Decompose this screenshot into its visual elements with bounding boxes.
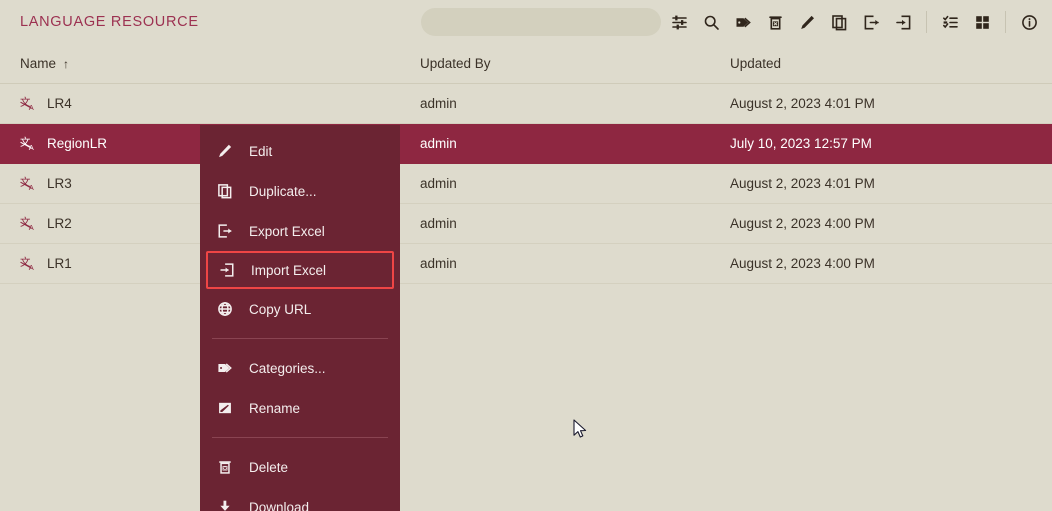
menu-item-rename-label: Rename xyxy=(249,400,301,416)
table-row[interactable]: 文 A LR1 admin August 2, 2023 4:00 PM xyxy=(0,244,1052,284)
language-resource-icon: 文 A xyxy=(20,135,37,153)
duplicate-icon[interactable] xyxy=(824,7,854,37)
tag-icon[interactable] xyxy=(728,7,758,37)
menu-item-download[interactable]: Download xyxy=(200,487,400,511)
menu-item-duplicate[interactable]: Duplicate... xyxy=(200,171,400,211)
grid-view-icon[interactable] xyxy=(967,7,997,37)
table-row[interactable]: 文 A LR3 admin August 2, 2023 4:01 PM xyxy=(0,164,1052,204)
toolbar-divider xyxy=(926,11,927,33)
column-header-name[interactable]: Name ↑ xyxy=(0,56,420,71)
tag-icon xyxy=(214,357,236,379)
header-toolbar xyxy=(421,0,1052,44)
sort-ascending-icon: ↑ xyxy=(63,56,70,71)
language-resource-icon: 文 A xyxy=(20,95,37,113)
row-name-cell: 文 A LR4 xyxy=(0,95,420,113)
menu-item-export-excel-label: Export Excel xyxy=(249,223,325,239)
context-menu: Edit Duplicate... Export Excel Import Ex… xyxy=(200,125,400,511)
globe-icon xyxy=(214,298,236,320)
edit-pencil-icon[interactable] xyxy=(792,7,822,37)
column-header-updated-by[interactable]: Updated By xyxy=(420,56,730,71)
menu-item-import-excel-label: Import Excel xyxy=(251,262,327,278)
edit-pencil-icon xyxy=(214,140,236,162)
menu-item-categories[interactable]: Categories... xyxy=(200,348,400,388)
language-resource-icon: 文 A xyxy=(20,255,37,273)
rename-icon xyxy=(214,397,236,419)
page-title: LANGUAGE RESOURCE xyxy=(20,14,199,30)
row-updated: August 2, 2023 4:01 PM xyxy=(730,96,875,111)
menu-item-delete[interactable]: Delete xyxy=(200,447,400,487)
info-icon[interactable] xyxy=(1014,7,1044,37)
row-updated: August 2, 2023 4:00 PM xyxy=(730,256,875,271)
row-updated: July 10, 2023 12:57 PM xyxy=(730,136,872,151)
import-icon[interactable] xyxy=(888,7,918,37)
column-header-name-label: Name xyxy=(20,56,57,71)
search-box[interactable] xyxy=(421,8,661,36)
mouse-pointer xyxy=(573,419,589,441)
delete-icon[interactable] xyxy=(760,7,790,37)
column-header-updated-by-label: Updated By xyxy=(420,56,491,71)
toolbar-divider-2 xyxy=(1005,11,1006,33)
row-updated: August 2, 2023 4:00 PM xyxy=(730,216,875,231)
menu-item-export-excel[interactable]: Export Excel xyxy=(200,211,400,251)
menu-divider-2 xyxy=(212,437,388,438)
row-name-label: LR3 xyxy=(47,176,72,191)
menu-item-import-excel[interactable]: Import Excel xyxy=(206,251,394,289)
language-resource-icon: 文 A xyxy=(20,175,37,193)
column-header-updated-label: Updated xyxy=(730,56,782,71)
duplicate-icon xyxy=(214,180,236,202)
resource-table: Name ↑ Updated By Updated 文 A LR4 xyxy=(0,44,1052,284)
column-header-updated[interactable]: Updated xyxy=(730,56,1052,71)
search-icon[interactable] xyxy=(696,7,726,37)
menu-divider xyxy=(212,338,388,339)
row-updated-by: admin xyxy=(420,96,457,111)
download-icon xyxy=(214,496,236,511)
menu-item-categories-label: Categories... xyxy=(249,360,326,376)
table-row[interactable]: 文 A LR2 admin August 2, 2023 4:00 PM xyxy=(0,204,1052,244)
menu-item-duplicate-label: Duplicate... xyxy=(249,183,317,199)
row-updated-by: admin xyxy=(420,176,457,191)
menu-item-delete-label: Delete xyxy=(249,459,289,475)
language-resource-icon: 文 A xyxy=(20,215,37,233)
table-row[interactable]: 文 A LR4 admin August 2, 2023 4:01 PM xyxy=(0,84,1052,124)
filter-settings-icon[interactable] xyxy=(664,7,694,37)
table-header-row: Name ↑ Updated By Updated xyxy=(0,44,1052,84)
application-window: LANGUAGE RESOURCE Name ↑ Updated By Upda… xyxy=(0,0,1052,511)
row-updated-by: admin xyxy=(420,136,457,151)
row-updated: August 2, 2023 4:01 PM xyxy=(730,176,875,191)
menu-item-download-label: Download xyxy=(249,499,310,511)
row-name-label: LR1 xyxy=(47,256,72,271)
row-updated-by: admin xyxy=(420,256,457,271)
export-icon[interactable] xyxy=(856,7,886,37)
menu-item-edit-label: Edit xyxy=(249,143,273,159)
row-name-label: LR4 xyxy=(47,96,72,111)
menu-item-rename[interactable]: Rename xyxy=(200,388,400,428)
table-row[interactable]: 文 A RegionLR admin July 10, 2023 12:57 P… xyxy=(0,124,1052,164)
list-view-icon[interactable] xyxy=(935,7,965,37)
delete-icon xyxy=(214,456,236,478)
row-name-label: LR2 xyxy=(47,216,72,231)
row-updated-by: admin xyxy=(420,216,457,231)
export-icon xyxy=(214,220,236,242)
import-icon xyxy=(216,259,238,281)
menu-item-edit[interactable]: Edit xyxy=(200,131,400,171)
row-name-label: RegionLR xyxy=(47,136,108,151)
menu-item-copy-url-label: Copy URL xyxy=(249,301,312,317)
menu-item-copy-url[interactable]: Copy URL xyxy=(200,289,400,329)
search-input[interactable] xyxy=(421,8,661,36)
page-header: LANGUAGE RESOURCE xyxy=(0,0,1052,44)
